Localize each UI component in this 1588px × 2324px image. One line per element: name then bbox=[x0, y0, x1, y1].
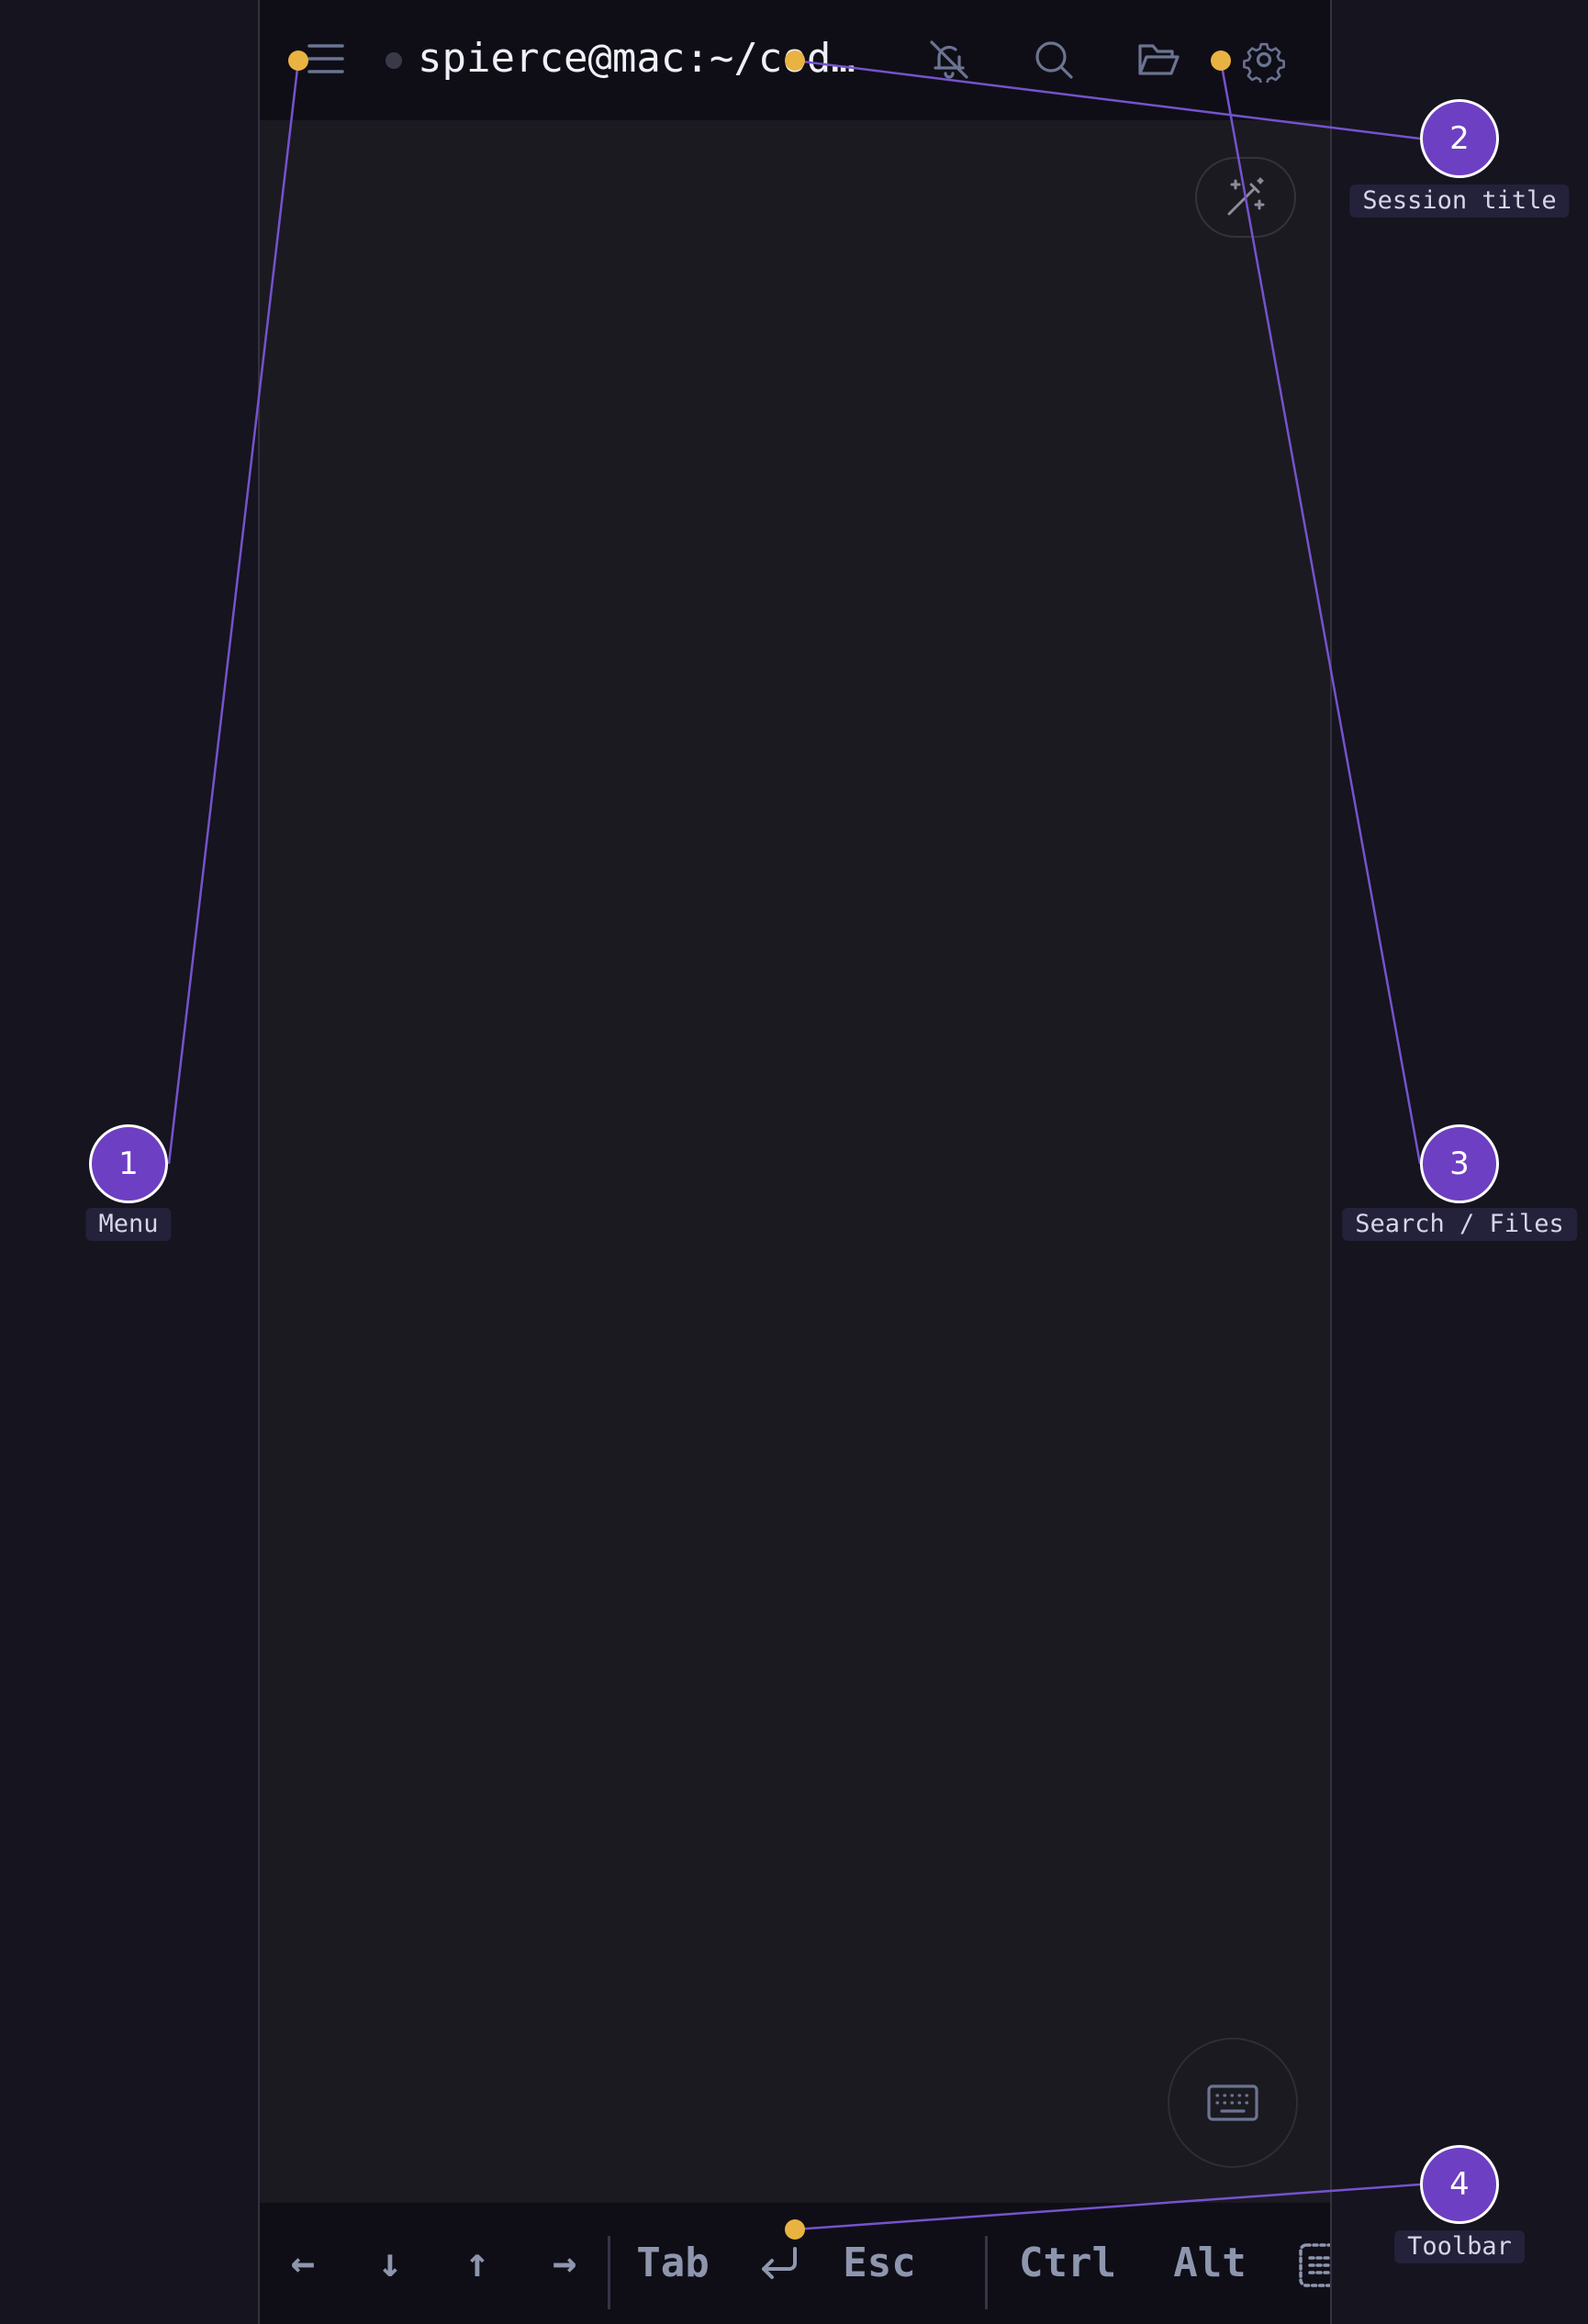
ai-assist-button[interactable] bbox=[1195, 157, 1296, 238]
folder-open-icon bbox=[1138, 44, 1180, 75]
arrow-right-key[interactable]: → bbox=[532, 2203, 597, 2324]
arrow-down-key[interactable]: ↓ bbox=[358, 2203, 422, 2324]
callout-badge-search-files: 3 bbox=[1420, 1124, 1499, 1203]
callout-badge-session-title: 2 bbox=[1420, 99, 1499, 178]
alt-key[interactable]: Alt bbox=[1164, 2203, 1256, 2324]
ctrl-key[interactable]: Ctrl bbox=[1012, 2203, 1123, 2324]
gear-icon bbox=[1243, 42, 1285, 85]
callout-label-search-files: Search / Files bbox=[1342, 1208, 1577, 1241]
menu-button[interactable] bbox=[302, 37, 346, 81]
search-icon bbox=[1035, 41, 1073, 79]
files-button[interactable] bbox=[1135, 37, 1181, 83]
toolbar-divider bbox=[985, 2236, 988, 2309]
callout-anchor bbox=[785, 50, 805, 71]
callout-label-menu: Menu bbox=[85, 1208, 172, 1241]
magic-wand-icon bbox=[1227, 177, 1265, 216]
notifications-button[interactable] bbox=[926, 37, 972, 83]
connection-status-dot bbox=[386, 52, 402, 69]
arrow-left-key[interactable]: ← bbox=[271, 2203, 335, 2324]
callout-badge-menu: 1 bbox=[89, 1124, 168, 1203]
esc-key[interactable]: Esc bbox=[833, 2203, 925, 2324]
app-window: spierce@mac:~/code… ← ↓ ↑ → Tab Esc Ctrl… bbox=[258, 0, 1332, 2324]
callout-label-toolbar: Toolbar bbox=[1394, 2230, 1525, 2263]
callout-label-session-title: Session title bbox=[1349, 184, 1570, 218]
arrow-up-key[interactable]: ↑ bbox=[445, 2203, 509, 2324]
callout-anchor bbox=[1211, 50, 1231, 71]
menu-icon bbox=[308, 44, 344, 73]
callout-badge-toolbar: 4 bbox=[1420, 2145, 1499, 2224]
settings-button[interactable] bbox=[1241, 37, 1287, 85]
more-keys-button[interactable] bbox=[1297, 2203, 1330, 2324]
keyboard-toggle-button[interactable] bbox=[1168, 2038, 1298, 2168]
enter-return-icon bbox=[762, 2247, 797, 2279]
search-button[interactable] bbox=[1031, 37, 1077, 83]
toolbar-divider bbox=[608, 2236, 610, 2309]
enter-key[interactable] bbox=[737, 2203, 820, 2324]
bell-off-icon bbox=[930, 40, 968, 79]
keyboard-icon bbox=[1207, 2084, 1258, 2121]
list-icon bbox=[1299, 2243, 1330, 2287]
callout-anchor bbox=[288, 50, 308, 71]
tab-key[interactable]: Tab bbox=[627, 2203, 719, 2324]
callout-anchor bbox=[785, 2219, 805, 2240]
